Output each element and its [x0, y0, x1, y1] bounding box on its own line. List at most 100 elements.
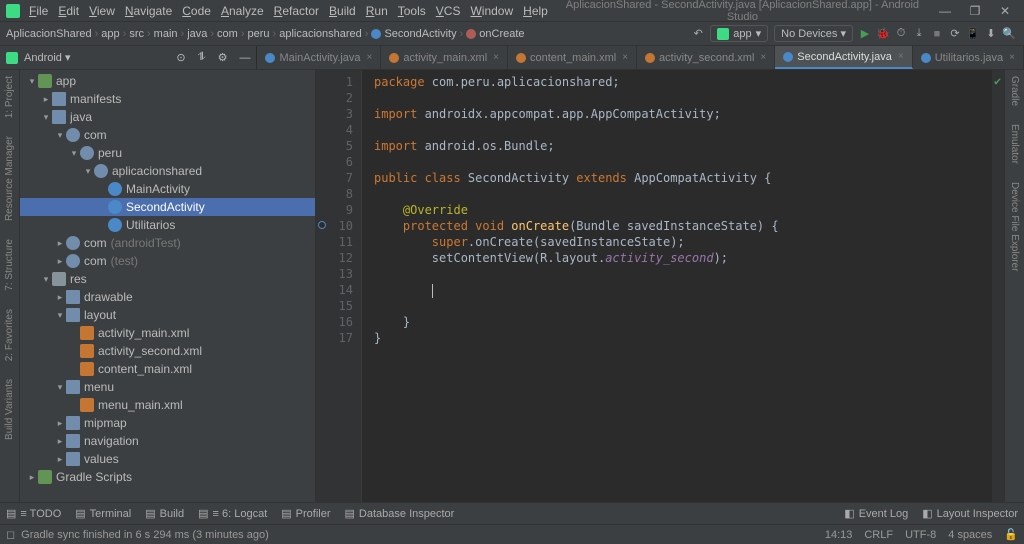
menu-analyze[interactable]: Analyze [216, 2, 269, 20]
breadcrumb-java[interactable]: java [187, 28, 207, 40]
close-tab-icon[interactable]: × [493, 52, 499, 63]
device-selector[interactable]: No Devices ▾ [774, 25, 853, 42]
editor-code-area[interactable]: package com.peru.aplicacionshared; import… [362, 70, 992, 502]
code-line[interactable]: super.onCreate(savedInstanceState); [374, 234, 992, 250]
tab-content_main-xml[interactable]: content_main.xml× [508, 46, 637, 69]
gutter-line[interactable]: 15 [316, 298, 353, 314]
bottom-tool-layout-inspector[interactable]: ◧Layout Inspector [922, 507, 1018, 520]
avd-manager-button[interactable]: 📱 [964, 27, 982, 40]
gutter-line[interactable]: 13 [316, 266, 353, 282]
code-line[interactable]: } [374, 314, 992, 330]
code-line[interactable]: public class SecondActivity extends AppC… [374, 170, 992, 186]
attach-debugger-button[interactable]: ⤓ [910, 27, 928, 40]
right-tool-device-file-explorer[interactable]: Device File Explorer [1009, 182, 1020, 271]
indent-setting[interactable]: 4 spaces [948, 529, 992, 541]
bottom-tool-terminal[interactable]: ▤Terminal [75, 507, 131, 520]
tree-arrow-icon[interactable]: ▾ [54, 382, 66, 393]
gutter-line[interactable]: 17 [316, 330, 353, 346]
bottom-tool-profiler[interactable]: ▤Profiler [281, 507, 330, 520]
tree-arrow-icon[interactable]: ▸ [54, 256, 66, 267]
gutter-line[interactable]: 6 [316, 154, 353, 170]
tree-node-values[interactable]: ▸values [20, 450, 315, 468]
tree-node-drawable[interactable]: ▸drawable [20, 288, 315, 306]
breadcrumb-aplicacionshared[interactable]: AplicacionShared [6, 28, 92, 40]
tree-node-com[interactable]: ▾com [20, 126, 315, 144]
code-line[interactable] [374, 298, 992, 314]
readonly-lock-icon[interactable]: 🔓 [1004, 528, 1018, 541]
tree-node-com[interactable]: ▸com(test) [20, 252, 315, 270]
tree-node-java[interactable]: ▾java [20, 108, 315, 126]
gutter-line[interactable]: 3 [316, 106, 353, 122]
tree-arrow-icon[interactable]: ▾ [40, 274, 52, 285]
tree-node-navigation[interactable]: ▸navigation [20, 432, 315, 450]
tab-SecondActivity-java[interactable]: SecondActivity.java× [775, 46, 912, 69]
left-tool-build-variants[interactable]: Build Variants [4, 379, 15, 440]
back-button[interactable]: ↶ [689, 27, 707, 40]
menu-refactor[interactable]: Refactor [269, 2, 324, 20]
tree-node-layout[interactable]: ▾layout [20, 306, 315, 324]
menu-navigate[interactable]: Navigate [120, 2, 177, 20]
close-tab-icon[interactable]: × [760, 52, 766, 63]
left-tool-1-project[interactable]: 1: Project [4, 76, 15, 118]
menu-tools[interactable]: Tools [393, 2, 431, 20]
left-tool-2-favorites[interactable]: 2: Favorites [4, 309, 15, 361]
close-tab-icon[interactable]: × [898, 51, 904, 62]
breadcrumb-secondactivity[interactable]: SecondActivity [371, 28, 456, 40]
menu-window[interactable]: Window [465, 2, 518, 20]
tree-node-com[interactable]: ▸com(androidTest) [20, 234, 315, 252]
code-line[interactable] [374, 122, 992, 138]
close-tab-icon[interactable]: × [622, 52, 628, 63]
tree-arrow-icon[interactable]: ▾ [26, 76, 38, 87]
project-tree[interactable]: ▾app▸manifests▾java▾com▾peru▾aplicacions… [20, 70, 316, 502]
tree-node-content-main-xml[interactable]: content_main.xml [20, 360, 315, 378]
tree-node-aplicacionshared[interactable]: ▾aplicacionshared [20, 162, 315, 180]
tab-MainActivity-java[interactable]: MainActivity.java× [257, 46, 381, 69]
code-line[interactable] [374, 282, 992, 298]
breadcrumb-com[interactable]: com [217, 28, 238, 40]
bottom-tool--todo[interactable]: ▤≡ TODO [6, 507, 61, 520]
code-line[interactable] [374, 154, 992, 170]
bottom-tool-event-log[interactable]: ◧Event Log [844, 507, 908, 520]
menu-run[interactable]: Run [361, 2, 393, 20]
gutter-line[interactable]: 9 [316, 202, 353, 218]
tab-activity_main-xml[interactable]: activity_main.xml× [381, 46, 508, 69]
tree-node-menu-main-xml[interactable]: menu_main.xml [20, 396, 315, 414]
gutter-line[interactable]: 16 [316, 314, 353, 330]
breadcrumb-oncreate[interactable]: onCreate [466, 28, 524, 40]
gutter-line[interactable]: 7 [316, 170, 353, 186]
tree-node-secondactivity[interactable]: SecondActivity [20, 198, 315, 216]
gutter-line[interactable]: 11 [316, 234, 353, 250]
gear-icon[interactable]: ⚙ [218, 51, 228, 64]
tree-arrow-icon[interactable]: ▾ [54, 310, 66, 321]
tab-activity_second-xml[interactable]: activity_second.xml× [637, 46, 775, 69]
gutter-line[interactable]: 8 [316, 186, 353, 202]
tree-arrow-icon[interactable]: ▸ [54, 418, 66, 429]
tree-arrow-icon[interactable]: ▸ [26, 472, 38, 483]
line-separator[interactable]: CRLF [864, 529, 893, 541]
tree-node-mainactivity[interactable]: MainActivity [20, 180, 315, 198]
tree-arrow-icon[interactable]: ▸ [40, 94, 52, 105]
code-line[interactable] [374, 266, 992, 282]
tree-arrow-icon[interactable]: ▸ [54, 436, 66, 447]
tree-node-utilitarios[interactable]: Utilitarios [20, 216, 315, 234]
run-button[interactable]: ▶ [856, 27, 874, 40]
code-line[interactable]: package com.peru.aplicacionshared; [374, 74, 992, 90]
bottom-tool-build[interactable]: ▤Build [145, 507, 184, 520]
override-marker-icon[interactable] [318, 221, 326, 229]
gutter-line[interactable]: 10 [316, 218, 353, 234]
code-editor[interactable]: 1234567891011121314151617 package com.pe… [316, 70, 1004, 502]
tree-arrow-icon[interactable]: ▾ [82, 166, 94, 177]
code-line[interactable] [374, 90, 992, 106]
hide-panel-button[interactable]: — [239, 52, 250, 64]
tree-arrow-icon[interactable]: ▾ [40, 112, 52, 123]
tree-node-peru[interactable]: ▾peru [20, 144, 315, 162]
breadcrumb-main[interactable]: main [154, 28, 178, 40]
gutter-line[interactable]: 5 [316, 138, 353, 154]
debug-button[interactable]: 🐞 [874, 27, 892, 40]
gutter-line[interactable]: 2 [316, 90, 353, 106]
expand-icon[interactable]: ⥮ [198, 51, 206, 64]
tree-node-mipmap[interactable]: ▸mipmap [20, 414, 315, 432]
code-line[interactable]: @Override [374, 202, 992, 218]
code-line[interactable]: import androidx.appcompat.app.AppCompatA… [374, 106, 992, 122]
gutter-line[interactable]: 12 [316, 250, 353, 266]
